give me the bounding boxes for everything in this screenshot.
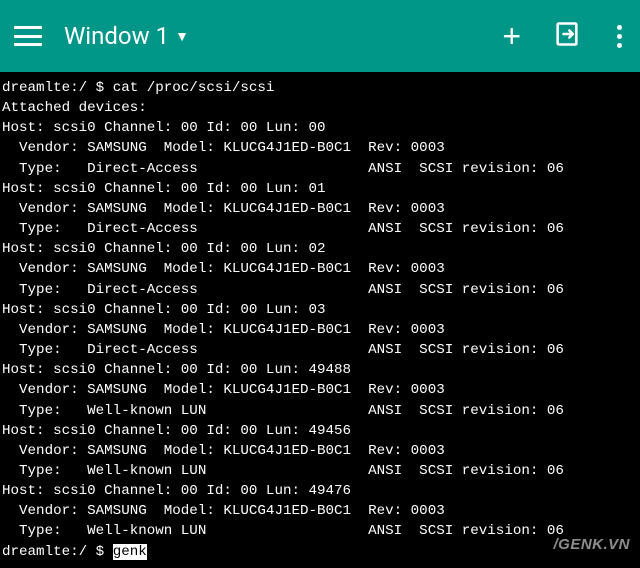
device-block: Host: scsi0 Channel: 00 Id: 00 Lun: 4945…	[2, 423, 564, 479]
watermark: /GENK.VN	[553, 536, 630, 553]
attached-devices-line: Attached devices:	[2, 100, 147, 116]
window-title-text: Window 1	[64, 22, 169, 50]
device-block: Host: scsi0 Channel: 00 Id: 00 Lun: 4948…	[2, 362, 564, 418]
device-block: Host: scsi0 Channel: 00 Id: 00 Lun: 02 V…	[2, 241, 564, 297]
chevron-down-icon: ▼	[175, 28, 189, 45]
export-icon[interactable]	[553, 20, 581, 52]
device-block: Host: scsi0 Channel: 00 Id: 00 Lun: 00 V…	[2, 120, 564, 176]
device-block: Host: scsi0 Channel: 00 Id: 00 Lun: 03 V…	[2, 302, 564, 358]
more-vertical-icon[interactable]	[613, 21, 626, 52]
app-header: Window 1 ▼ +	[0, 0, 640, 72]
prompt-line-2: dreamlte:/ $ genk	[2, 544, 147, 560]
plus-icon[interactable]: +	[502, 20, 521, 52]
terminal-output[interactable]: dreamlte:/ $ cat /proc/scsi/scsi Attache…	[0, 72, 640, 568]
prompt-line-1: dreamlte:/ $ cat /proc/scsi/scsi	[2, 80, 274, 96]
device-block: Host: scsi0 Channel: 00 Id: 00 Lun: 01 V…	[2, 181, 564, 237]
hamburger-icon[interactable]	[14, 26, 42, 46]
window-title-dropdown[interactable]: Window 1 ▼	[64, 22, 189, 50]
current-input[interactable]: genk	[113, 544, 147, 560]
device-block: Host: scsi0 Channel: 00 Id: 00 Lun: 4947…	[2, 483, 564, 539]
header-right: +	[502, 20, 626, 52]
header-left: Window 1 ▼	[14, 22, 189, 50]
